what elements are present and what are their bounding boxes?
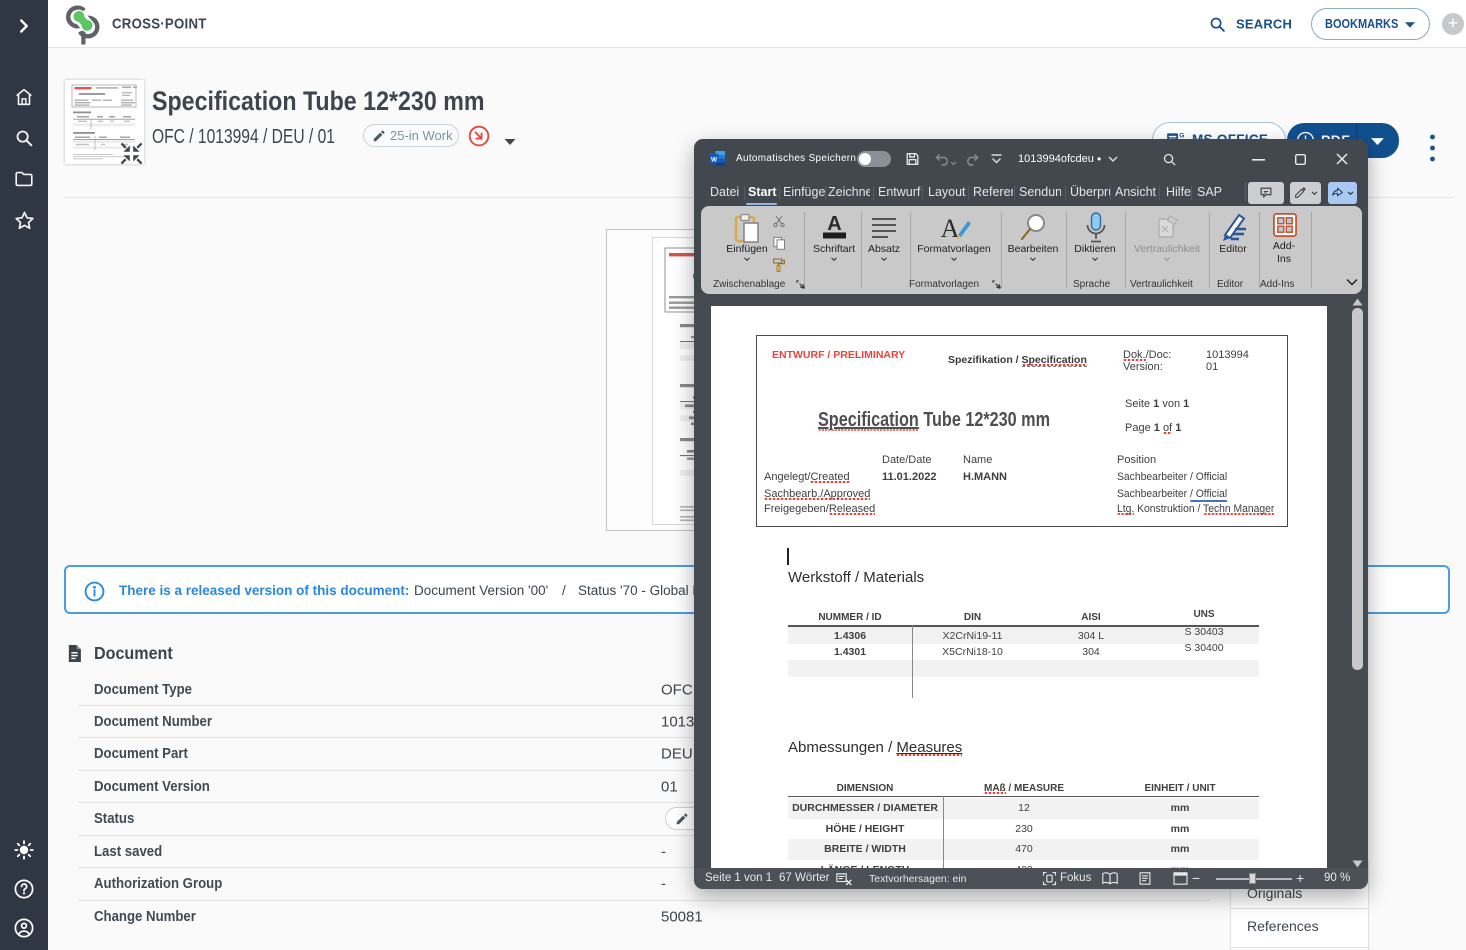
svg-text:W: W	[711, 156, 717, 163]
svg-text:A: A	[827, 213, 841, 235]
